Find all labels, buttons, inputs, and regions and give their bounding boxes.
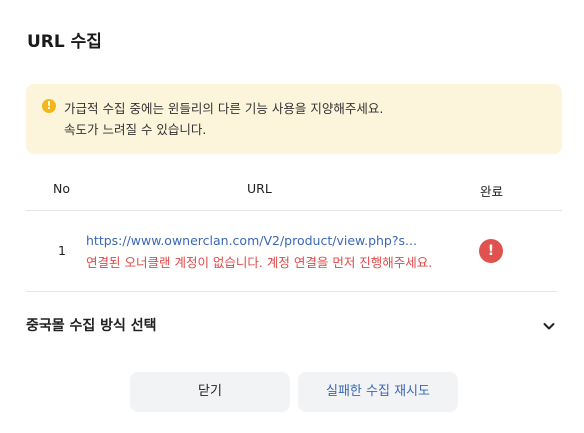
retry-failed-button[interactable]: 실패한 수집 재시도 [298, 372, 458, 412]
section-divider [26, 291, 557, 292]
row-error-message: 연결된 오너클랜 계정이 없습니다. 계정 연결을 먼저 진행해주세요. [86, 255, 433, 270]
column-header-done: 완료 [480, 184, 504, 199]
error-exclamation-icon: ! [479, 239, 503, 263]
section-title: 중국몰 수집 방식 선택 [26, 318, 157, 334]
exclamation-circle-icon: ! [42, 99, 56, 113]
table-header-divider [26, 210, 562, 211]
dialog-title: URL 수집 [27, 32, 102, 52]
notice-line-2: 속도가 느려질 수 있습니다. [64, 122, 207, 137]
row-url-link[interactable]: https://www.ownerclan.com/V2/product/vie… [86, 233, 417, 248]
notice-text: 가급적 수집 중에는 윈들리의 다른 기능 사용을 지양해주세요. 속도가 느려… [64, 98, 383, 140]
notice-banner: ! 가급적 수집 중에는 윈들리의 다른 기능 사용을 지양해주세요. 속도가 … [26, 84, 562, 154]
chevron-down-icon[interactable] [541, 318, 557, 334]
notice-line-1: 가급적 수집 중에는 윈들리의 다른 기능 사용을 지양해주세요. [64, 101, 384, 116]
column-header-url: URL [247, 181, 272, 196]
column-header-no: No [53, 181, 70, 196]
row-number: 1 [58, 243, 66, 258]
close-button[interactable]: 닫기 [130, 372, 290, 412]
